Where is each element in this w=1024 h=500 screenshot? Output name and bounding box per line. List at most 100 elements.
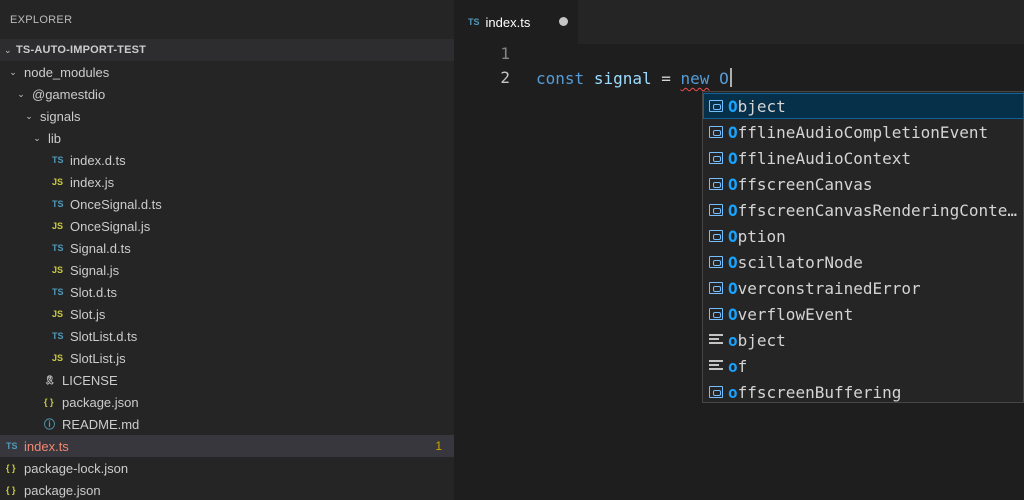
suggestion-item[interactable]: Object <box>703 93 1023 119</box>
suggestion-item[interactable]: OffscreenCanvasRenderingConte… <box>703 197 1023 223</box>
symbol-variable-icon <box>709 152 723 164</box>
match-highlight: O <box>728 252 738 272</box>
tree-item-label: Signal.js <box>70 262 120 278</box>
ts-file-icon: TS <box>52 243 64 253</box>
js-file-icon: JS <box>52 353 64 363</box>
tree-file[interactable]: TS Slot.d.ts <box>0 281 454 303</box>
problem-count-badge: 1 <box>435 439 442 453</box>
suggestion-item[interactable]: OscillatorNode <box>703 249 1023 275</box>
tree-file[interactable]: { } package.json <box>0 391 454 413</box>
match-highlight: o <box>728 356 738 376</box>
ts-file-icon: TS <box>6 441 18 451</box>
tree-item-label: OnceSignal.js <box>70 218 151 234</box>
tab-index-ts[interactable]: TS index.ts <box>454 0 578 44</box>
symbol-variable-icon <box>709 204 723 216</box>
suggestion-rest: bject <box>737 330 786 350</box>
suggestion-label: OscillatorNode <box>728 253 863 272</box>
tree-item-label: index.js <box>70 174 115 190</box>
tree-folder[interactable]: ⌄ signals <box>0 105 454 127</box>
tree-file[interactable]: JS index.js <box>0 171 454 193</box>
ts-file-icon: TS <box>52 199 64 209</box>
symbol-variable-icon <box>709 308 723 320</box>
tree-file[interactable]: { } package.json <box>0 479 454 500</box>
match-highlight: O <box>728 278 738 298</box>
tree-folder[interactable]: ⌄ @gamestdio <box>0 83 454 105</box>
tree-file[interactable]: TS Signal.d.ts <box>0 237 454 259</box>
info-file-icon: ⓘ <box>44 419 55 431</box>
tree-file[interactable]: JS Slot.js <box>0 303 454 325</box>
unsaved-dot-icon[interactable] <box>559 17 568 26</box>
suggestion-label: OfflineAudioContext <box>728 149 911 168</box>
suggestion-label: OfflineAudioCompletionEvent <box>728 123 988 142</box>
suggestion-item[interactable]: OffscreenCanvas <box>703 171 1023 197</box>
tree-item-label: LICENSE <box>62 372 118 388</box>
suggestion-item[interactable]: OverconstrainedError <box>703 275 1023 301</box>
ts-file-icon: TS <box>52 155 64 165</box>
suggestion-label: object <box>728 331 786 350</box>
tree-folder[interactable]: ⌄ node_modules <box>0 61 454 83</box>
tree-file[interactable]: TS SlotList.d.ts <box>0 325 454 347</box>
workspace-section-header[interactable]: ⌄ TS-AUTO-IMPORT-TEST <box>0 39 454 61</box>
js-file-icon: JS <box>52 309 64 319</box>
symbol-variable-icon <box>709 126 723 138</box>
tree-item-label: OnceSignal.d.ts <box>70 196 162 212</box>
tab-label: index.ts <box>485 14 531 30</box>
tree-file[interactable]: 🎗 LICENSE <box>0 369 454 391</box>
operator-equals: = <box>661 69 671 88</box>
chevron-down-icon: ⌄ <box>33 132 41 143</box>
tree-item-label: package-lock.json <box>24 460 129 476</box>
tree-folder[interactable]: ⌄ lib <box>0 127 454 149</box>
code-line[interactable]: const signal = new O <box>536 68 732 88</box>
tree-item-label: SlotList.d.ts <box>70 328 138 344</box>
json-file-icon: { } <box>6 485 16 495</box>
tree-file[interactable]: TS index.ts 1 <box>0 435 454 457</box>
match-highlight: o <box>728 330 738 350</box>
tree-file[interactable]: TS OnceSignal.d.ts <box>0 193 454 215</box>
json-file-icon: { } <box>44 397 54 407</box>
suggestion-item[interactable]: OverflowEvent <box>703 301 1023 327</box>
suggestion-item[interactable]: Option <box>703 223 1023 249</box>
tree-item-label: node_modules <box>24 64 110 80</box>
suggestion-item[interactable]: of <box>703 353 1023 379</box>
tree-item-label: package.json <box>24 482 101 498</box>
suggestion-label: Object <box>728 97 786 116</box>
identifier-signal: signal <box>593 69 652 88</box>
tree-file[interactable]: TS index.d.ts <box>0 149 454 171</box>
tree-file[interactable]: JS OnceSignal.js <box>0 215 454 237</box>
match-highlight: O <box>728 200 738 220</box>
js-file-icon: JS <box>52 221 64 231</box>
suggestion-label: OffscreenCanvasRenderingConte… <box>728 201 1017 220</box>
match-highlight: o <box>728 382 738 402</box>
symbol-text-icon <box>709 360 723 372</box>
tree-item-label: signals <box>40 108 81 124</box>
suggestion-rest: ffscreenBuffering <box>737 382 902 402</box>
suggestion-rest: fflineAudioCompletionEvent <box>737 122 989 142</box>
tree-item-label: Slot.d.ts <box>70 284 117 300</box>
suggestion-item[interactable]: offscreenBuffering <box>703 379 1023 402</box>
suggestion-rest: ffscreenCanvasRenderingConte… <box>737 200 1017 220</box>
ts-file-icon: TS <box>52 287 64 297</box>
match-highlight: O <box>728 174 738 194</box>
tree-item-label: SlotList.js <box>70 350 126 366</box>
js-file-icon: JS <box>52 265 64 275</box>
tree-file[interactable]: { } package-lock.json <box>0 457 454 479</box>
suggest-widget: Object OfflineAudioCompletionEvent Offline… <box>702 91 1024 403</box>
suggestion-item[interactable]: OfflineAudioCompletionEvent <box>703 119 1023 145</box>
tree-item-label: package.json <box>62 394 139 410</box>
symbol-variable-icon <box>709 230 723 242</box>
tree-item-label: lib <box>48 130 62 146</box>
keyword-new: new <box>680 69 710 88</box>
symbol-variable-icon <box>709 386 723 398</box>
symbol-variable-icon <box>709 282 723 294</box>
symbol-variable-icon <box>709 178 723 190</box>
suggestion-item[interactable]: OfflineAudioContext <box>703 145 1023 171</box>
suggestion-rest: scillatorNode <box>737 252 863 272</box>
suggestion-label: offscreenBuffering <box>728 383 901 402</box>
tree-file[interactable]: JS SlotList.js <box>0 347 454 369</box>
tree-file[interactable]: ⓘ README.md <box>0 413 454 435</box>
suggestion-label: OverflowEvent <box>728 305 853 324</box>
tree-file[interactable]: JS Signal.js <box>0 259 454 281</box>
match-highlight: O <box>728 148 738 168</box>
suggestion-label: of <box>728 357 747 376</box>
suggestion-item[interactable]: object <box>703 327 1023 353</box>
